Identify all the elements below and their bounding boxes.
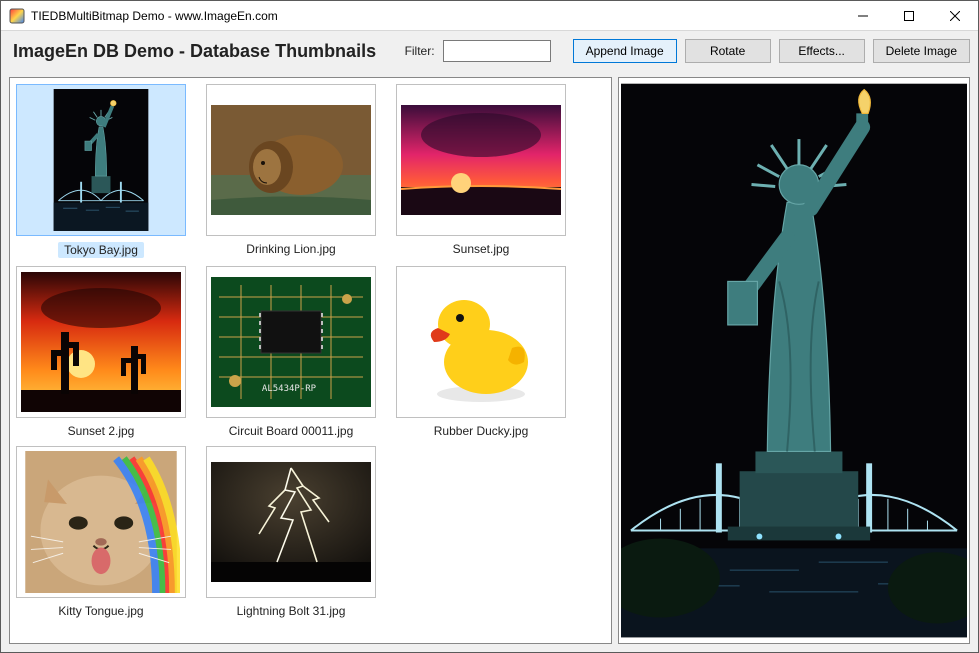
thumbnail-frame — [16, 84, 186, 236]
thumbnail-frame — [396, 266, 566, 418]
thumbnail-image — [416, 272, 546, 412]
thumbnail-caption: Drinking Lion.jpg — [246, 242, 335, 256]
thumbnail-image — [401, 105, 561, 215]
titlebar: TIEDBMultiBitmap Demo - www.ImageEn.com — [1, 1, 978, 31]
thumbnail-caption: Rubber Ducky.jpg — [434, 424, 529, 438]
preview-pane — [618, 77, 970, 644]
thumbnail-item[interactable]: Kitty Tongue.jpg — [16, 446, 186, 618]
thumbnail-image — [211, 462, 371, 582]
thumbnail-item[interactable]: Circuit Board 00011.jpg — [206, 266, 376, 438]
delete-image-button[interactable]: Delete Image — [873, 39, 970, 63]
thumbnail-item[interactable]: Tokyo Bay.jpg — [16, 84, 186, 258]
app-icon — [9, 8, 25, 24]
thumbnail-caption: Sunset 2.jpg — [68, 424, 135, 438]
preview-image — [621, 80, 967, 641]
app-window: TIEDBMultiBitmap Demo - www.ImageEn.com … — [0, 0, 979, 653]
thumbnail-grid[interactable]: Tokyo Bay.jpg Drinking Lion.jpg Sunset.jpg… — [9, 77, 612, 644]
window-title: TIEDBMultiBitmap Demo - www.ImageEn.com — [31, 9, 278, 23]
page-heading: ImageEn DB Demo - Database Thumbnails — [13, 41, 376, 62]
maximize-button[interactable] — [886, 1, 932, 31]
thumbnail-caption: Sunset.jpg — [453, 242, 510, 256]
thumbnail-item[interactable]: Sunset.jpg — [396, 84, 566, 258]
toolbar: ImageEn DB Demo - Database Thumbnails Fi… — [1, 31, 978, 71]
rotate-button[interactable]: Rotate — [685, 39, 771, 63]
thumbnail-frame — [396, 84, 566, 236]
thumbnail-frame — [206, 446, 376, 598]
thumbnail-image — [211, 105, 371, 215]
filter-label: Filter: — [405, 44, 435, 58]
thumbnail-caption: Kitty Tongue.jpg — [58, 604, 143, 618]
thumbnail-caption: Circuit Board 00011.jpg — [229, 424, 354, 438]
thumbnail-caption: Tokyo Bay.jpg — [58, 242, 144, 258]
thumbnail-item[interactable]: Rubber Ducky.jpg — [396, 266, 566, 438]
thumbnail-item[interactable]: Drinking Lion.jpg — [206, 84, 376, 258]
thumbnail-frame — [16, 266, 186, 418]
main-row: Tokyo Bay.jpg Drinking Lion.jpg Sunset.jpg… — [1, 71, 978, 652]
close-button[interactable] — [932, 1, 978, 31]
thumbnail-frame — [206, 84, 376, 236]
effects-button[interactable]: Effects... — [779, 39, 865, 63]
thumbnail-frame — [16, 446, 186, 598]
thumbnail-image — [211, 277, 371, 407]
thumbnail-caption: Lightning Bolt 31.jpg — [237, 604, 346, 618]
thumbnail-image — [21, 272, 181, 412]
thumbnail-item[interactable]: Sunset 2.jpg — [16, 266, 186, 438]
minimize-button[interactable] — [840, 1, 886, 31]
thumbnail-image — [22, 451, 180, 593]
thumbnail-frame — [206, 266, 376, 418]
filter-input[interactable] — [443, 40, 551, 62]
thumbnail-image — [53, 89, 149, 231]
thumbnail-item[interactable]: Lightning Bolt 31.jpg — [206, 446, 376, 618]
append-image-button[interactable]: Append Image — [573, 39, 677, 63]
